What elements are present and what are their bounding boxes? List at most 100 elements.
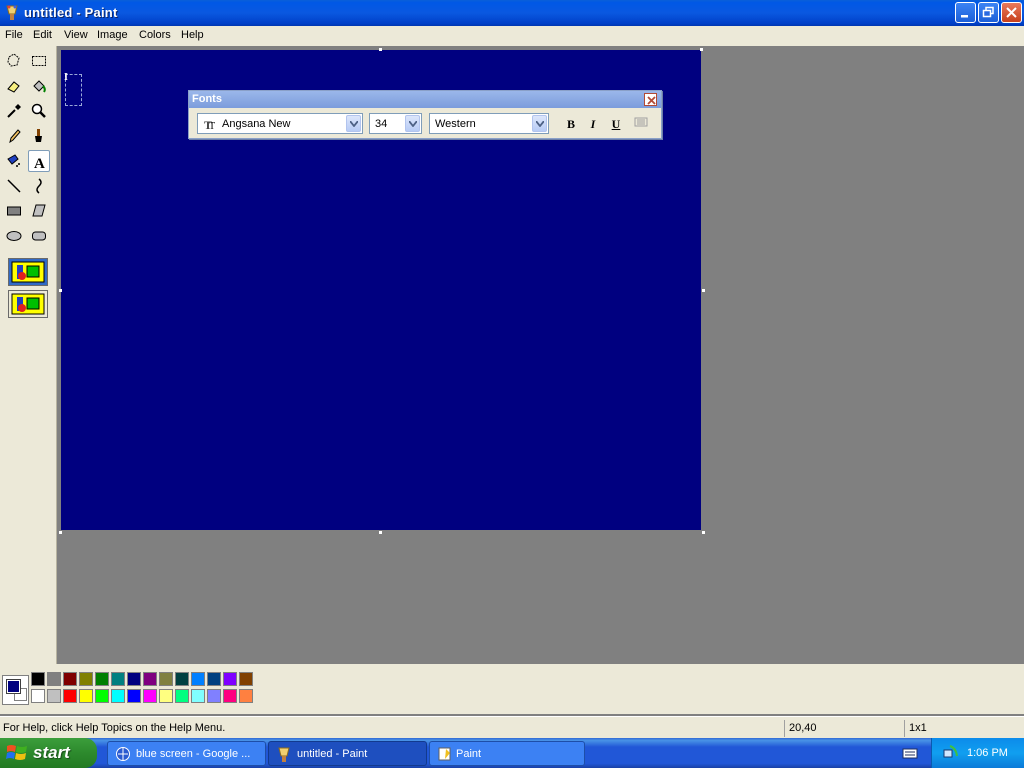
font-size-select[interactable]: 34 [369, 113, 422, 134]
palette-color-swatch[interactable] [223, 689, 237, 703]
fill-tool[interactable] [28, 75, 50, 97]
canvas-resize-handle-right[interactable] [702, 289, 705, 292]
palette-color-swatch[interactable] [175, 689, 189, 703]
palette-color-swatch[interactable] [31, 689, 45, 703]
canvas-resize-handle-bottom[interactable] [379, 531, 382, 534]
line-tool[interactable] [3, 175, 25, 197]
palette-color-swatch[interactable] [79, 689, 93, 703]
paint-document-icon [438, 747, 451, 761]
palette-color-swatch[interactable] [31, 672, 45, 686]
vertical-text-icon [634, 117, 648, 127]
rounded-rectangle-tool[interactable] [28, 225, 50, 247]
palette-color-swatch[interactable] [207, 689, 221, 703]
canvas-resize-handle-top-right[interactable] [700, 48, 703, 51]
canvas-resize-handle-left[interactable] [59, 289, 62, 292]
system-tray: 1:06 PM [931, 738, 1024, 768]
truetype-font-icon: TT [204, 118, 215, 130]
pencil-tool[interactable] [3, 125, 25, 147]
palette-color-swatch[interactable] [79, 672, 93, 686]
fonts-close-button[interactable] [644, 93, 657, 106]
palette-color-swatch[interactable] [239, 689, 253, 703]
chevron-down-icon [409, 121, 417, 127]
rectangle-tool[interactable] [3, 200, 25, 222]
restore-button[interactable] [978, 2, 999, 23]
brush-tool[interactable] [28, 125, 50, 147]
curve-tool[interactable] [28, 175, 50, 197]
ellipse-tool[interactable] [3, 225, 25, 247]
italic-button[interactable]: I [583, 115, 603, 133]
underline-button[interactable]: U [606, 115, 626, 133]
canvas-resize-handle-top[interactable] [379, 48, 382, 51]
palette-color-swatch[interactable] [143, 689, 157, 703]
pick-color-tool[interactable] [3, 100, 25, 122]
status-separator [784, 720, 785, 737]
palette-color-swatch[interactable] [239, 672, 253, 686]
keyboard-language-icon[interactable] [902, 746, 918, 760]
bold-button[interactable]: B [561, 115, 581, 133]
palette-color-swatch[interactable] [223, 672, 237, 686]
palette-color-swatch[interactable] [159, 689, 173, 703]
brush-icon [35, 129, 42, 142]
palette-color-swatch[interactable] [127, 689, 141, 703]
network-icon[interactable] [942, 744, 960, 762]
canvas-resize-handle-bottom-left[interactable] [59, 531, 62, 534]
close-button[interactable] [1001, 2, 1022, 23]
text-tool[interactable]: A [28, 150, 50, 172]
font-size-dropdown-arrow[interactable] [405, 115, 420, 132]
paint-app-icon[interactable] [4, 4, 20, 22]
font-name-select[interactable]: TT Angsana New [197, 113, 363, 134]
palette-color-swatch[interactable] [207, 672, 221, 686]
font-name-value: Angsana New [222, 118, 291, 130]
palette-color-swatch[interactable] [143, 672, 157, 686]
palette-color-swatch[interactable] [191, 689, 205, 703]
text-insertion-cursor: I [64, 72, 68, 83]
eraser-tool[interactable] [3, 75, 25, 97]
minimize-icon [961, 15, 968, 18]
palette-color-swatch[interactable] [191, 672, 205, 686]
palette-color-swatch[interactable] [111, 672, 125, 686]
palette-color-swatch[interactable] [111, 689, 125, 703]
palette-color-swatch[interactable] [63, 672, 77, 686]
vertical-text-button[interactable] [631, 115, 651, 133]
svg-text:A: A [34, 156, 45, 170]
minimize-button[interactable] [955, 2, 976, 23]
taskbar-button-paint-untitled[interactable]: untitled - Paint [268, 741, 427, 766]
font-script-select[interactable]: Western [429, 113, 549, 134]
menu-image[interactable]: Image [97, 29, 128, 41]
palette-color-swatch[interactable] [47, 672, 61, 686]
palette-color-swatch[interactable] [63, 689, 77, 703]
palette-color-swatch[interactable] [95, 672, 109, 686]
transparent-background-option[interactable] [8, 290, 48, 318]
foreground-color-swatch [6, 679, 21, 694]
clock[interactable]: 1:06 PM [967, 747, 1008, 759]
tool-box: A [0, 46, 57, 664]
text-a-icon: A [34, 156, 45, 170]
start-button[interactable]: start [0, 738, 97, 768]
font-script-dropdown-arrow[interactable] [532, 115, 547, 132]
menu-file[interactable]: File [5, 29, 23, 41]
font-size-value: 34 [375, 118, 388, 130]
chevron-down-icon [536, 121, 544, 127]
taskbar-button-browser[interactable]: blue screen - Google ... [107, 741, 266, 766]
select-tool[interactable] [28, 50, 50, 72]
opaque-background-option[interactable] [8, 258, 48, 286]
free-form-select-tool[interactable] [3, 50, 25, 72]
menu-edit[interactable]: Edit [33, 29, 52, 41]
palette-color-swatch[interactable] [95, 689, 109, 703]
fonts-toolbar-title[interactable]: Fonts [189, 91, 661, 108]
menu-help[interactable]: Help [181, 29, 204, 41]
palette-color-swatch[interactable] [127, 672, 141, 686]
canvas-resize-handle-bottom-right[interactable] [702, 531, 705, 534]
polygon-tool[interactable] [28, 200, 50, 222]
menu-colors[interactable]: Colors [139, 29, 171, 41]
palette-color-swatch[interactable] [47, 689, 61, 703]
taskbar-button-paint[interactable]: Paint [429, 741, 585, 766]
polygon-icon [32, 204, 46, 217]
airbrush-tool[interactable] [3, 150, 25, 172]
magnifier-tool[interactable] [28, 100, 50, 122]
fonts-title-text: Fonts [192, 93, 222, 105]
menu-view[interactable]: View [64, 29, 88, 41]
font-name-dropdown-arrow[interactable] [346, 115, 361, 132]
palette-color-swatch[interactable] [159, 672, 173, 686]
palette-color-swatch[interactable] [175, 672, 189, 686]
